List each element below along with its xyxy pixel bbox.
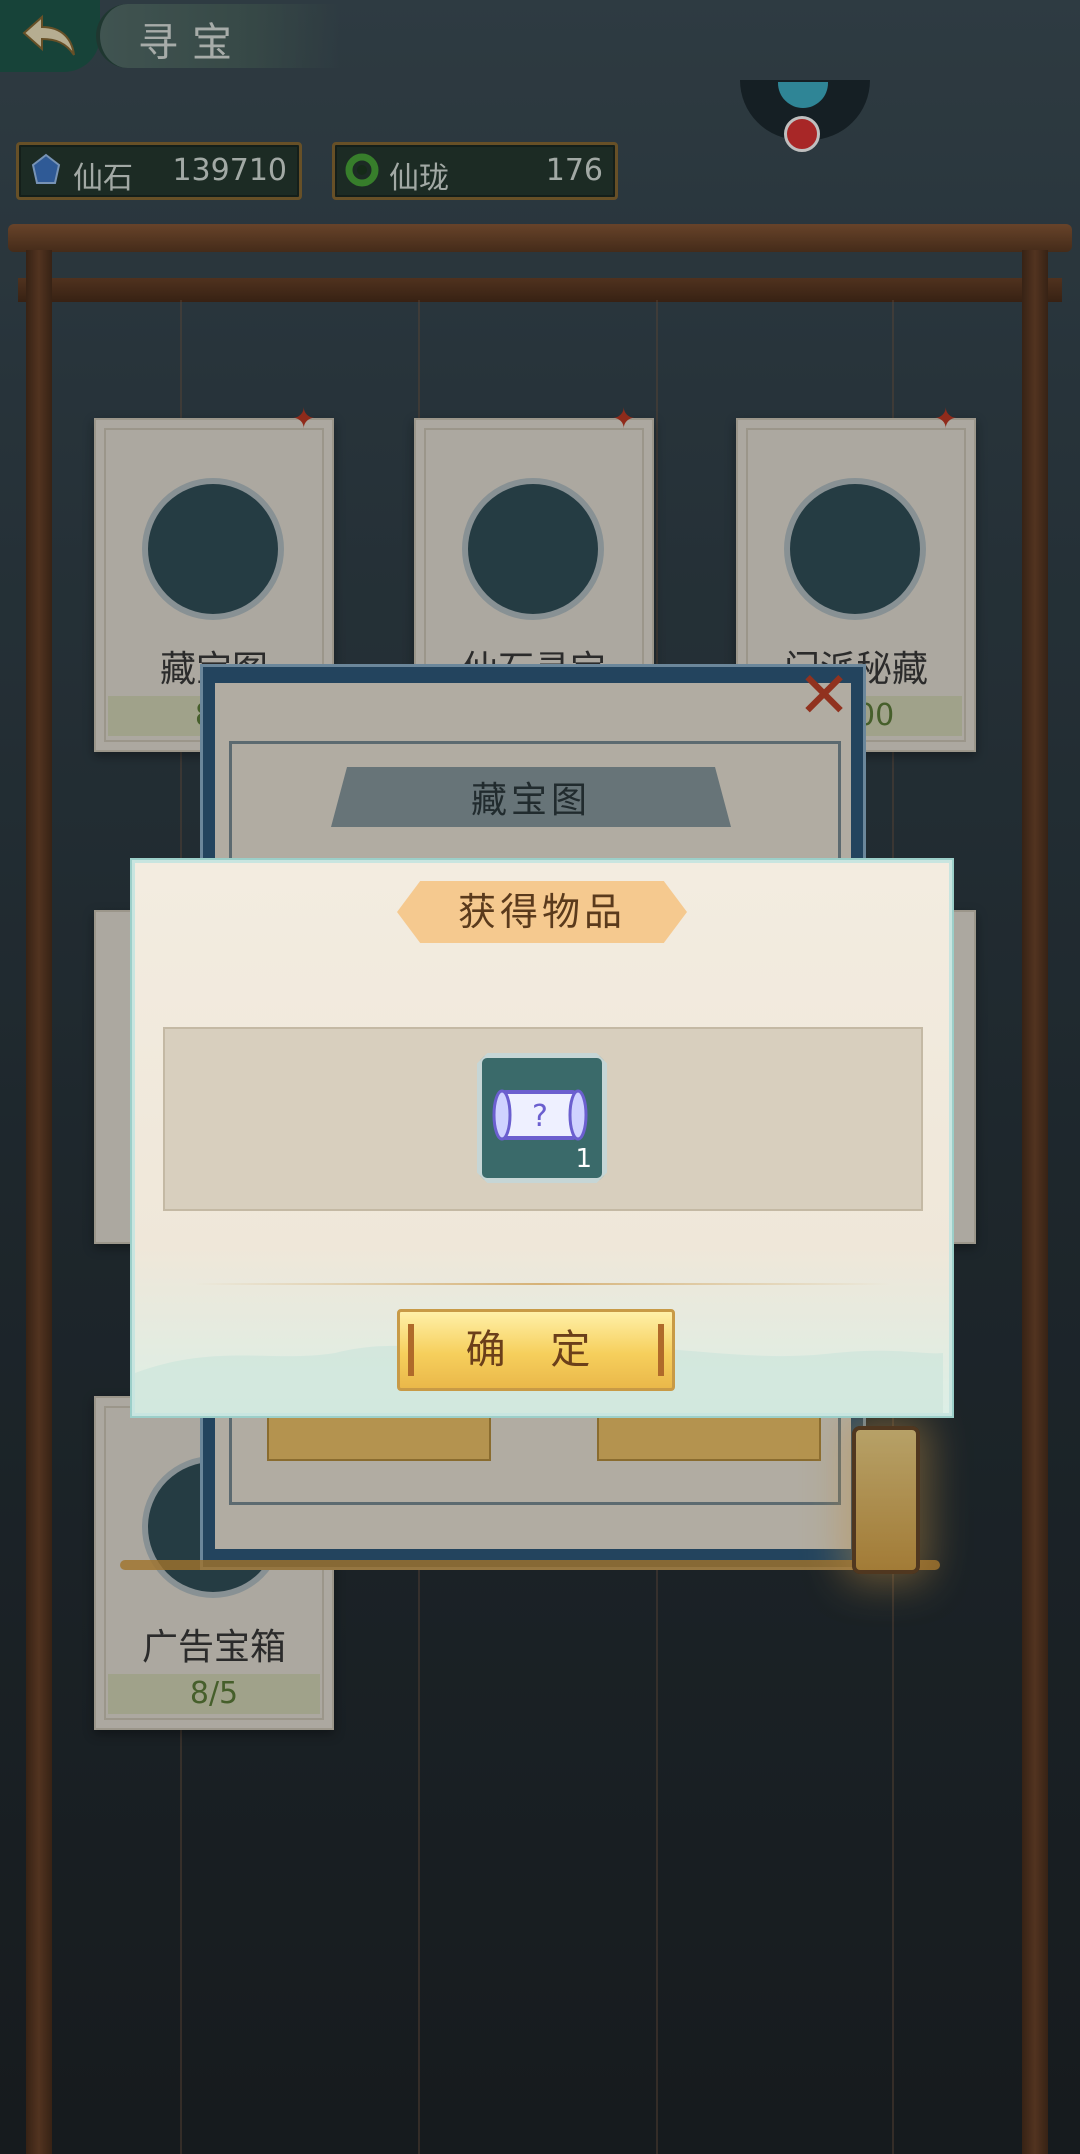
reward-title-banner: 获得物品 bbox=[397, 881, 687, 943]
confirm-button[interactable]: 确 定 bbox=[397, 1309, 675, 1391]
confirm-label: 确 定 bbox=[465, 1327, 607, 1373]
svg-text:?: ? bbox=[532, 1099, 548, 1134]
reward-title: 获得物品 bbox=[457, 890, 626, 934]
reward-item-area: ? 1 bbox=[163, 1027, 923, 1211]
reward-item[interactable]: ? 1 bbox=[477, 1053, 607, 1183]
reward-popup: 获得物品 ? 1 确 定 bbox=[132, 860, 952, 1416]
divider bbox=[195, 1283, 889, 1285]
item-quantity: 1 bbox=[575, 1144, 592, 1174]
